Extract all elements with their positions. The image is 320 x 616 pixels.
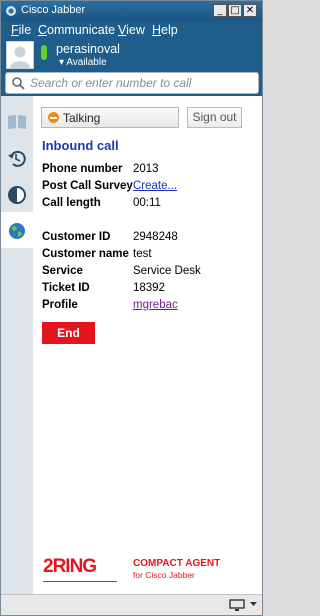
brand-product-name: COMPACT AGENT bbox=[133, 558, 221, 569]
presence-status-dropdown[interactable]: ▾ Available bbox=[59, 57, 107, 68]
sidebar-item-agent[interactable] bbox=[1, 212, 33, 248]
phone-number-label: Phone number bbox=[42, 163, 123, 175]
chevron-down-icon[interactable] bbox=[250, 602, 257, 607]
search-icon bbox=[12, 77, 25, 90]
talking-status-icon bbox=[48, 112, 59, 123]
menu-view[interactable]: View bbox=[118, 23, 145, 37]
window-title: Cisco Jabber bbox=[21, 4, 86, 16]
call-length-label: Call length bbox=[42, 197, 101, 209]
recent-calls-icon bbox=[8, 150, 26, 167]
call-heading: Inbound call bbox=[42, 138, 119, 153]
presence-indicator bbox=[41, 45, 47, 60]
monitor-icon[interactable] bbox=[229, 599, 245, 612]
user-silhouette-icon bbox=[10, 46, 30, 68]
search-input[interactable] bbox=[30, 75, 254, 91]
contacts-book-icon bbox=[8, 115, 26, 129]
menu-help[interactable]: Help bbox=[152, 23, 178, 37]
agent-panel: Talking Sign out Inbound call Phone numb… bbox=[33, 96, 262, 594]
2ring-logo: 2RING bbox=[43, 556, 118, 582]
brand-product-subtitle: for Cisco Jabber bbox=[133, 570, 195, 580]
menu-file[interactable]: File bbox=[11, 23, 31, 37]
jabber-app-icon bbox=[6, 6, 16, 16]
service-label: Service bbox=[42, 265, 83, 277]
contrast-icon bbox=[8, 186, 26, 204]
ticket-id-label: Ticket ID bbox=[42, 282, 90, 294]
sign-out-button[interactable]: Sign out bbox=[187, 107, 242, 128]
globe-icon bbox=[9, 223, 25, 239]
customer-id-value: 2948248 bbox=[133, 231, 178, 243]
phone-number-value: 2013 bbox=[133, 163, 159, 175]
avatar[interactable] bbox=[6, 41, 34, 69]
agent-state-dropdown[interactable]: Talking bbox=[41, 107, 179, 128]
sidebar-item-contacts[interactable] bbox=[1, 104, 33, 140]
profile-header: perasinoval ▾ Available bbox=[1, 39, 262, 71]
menu-bar: File Communicate View Help bbox=[1, 21, 262, 39]
post-call-survey-label: Post Call Survey bbox=[42, 180, 133, 192]
sidebar-item-recents[interactable] bbox=[1, 140, 33, 176]
profile-link[interactable]: mgrebac bbox=[133, 299, 178, 311]
maximize-button[interactable]: □ bbox=[228, 4, 242, 17]
sidebar-item-contrast[interactable] bbox=[1, 176, 33, 212]
sidebar bbox=[1, 96, 33, 594]
title-bar[interactable]: Cisco Jabber _ □ ✕ bbox=[1, 1, 262, 21]
customer-name-value: test bbox=[133, 248, 152, 260]
end-call-button[interactable]: End bbox=[42, 322, 95, 344]
create-survey-link[interactable]: Create... bbox=[133, 180, 177, 192]
minimize-button[interactable]: _ bbox=[213, 4, 227, 17]
call-length-value: 00:11 bbox=[133, 197, 161, 209]
agent-state-label: Talking bbox=[63, 111, 101, 125]
service-value: Service Desk bbox=[133, 265, 201, 277]
customer-id-label: Customer ID bbox=[42, 231, 111, 243]
profile-label: Profile bbox=[42, 299, 78, 311]
username: perasinoval bbox=[56, 42, 120, 56]
ticket-id-value: 18392 bbox=[133, 282, 165, 294]
menu-communicate[interactable]: Communicate bbox=[38, 23, 115, 37]
search-bar bbox=[5, 72, 259, 94]
customer-name-label: Customer name bbox=[42, 248, 129, 260]
close-button[interactable]: ✕ bbox=[243, 4, 257, 17]
jabber-window: Cisco Jabber _ □ ✕ File Communicate View… bbox=[0, 0, 263, 616]
status-bar bbox=[1, 594, 262, 615]
